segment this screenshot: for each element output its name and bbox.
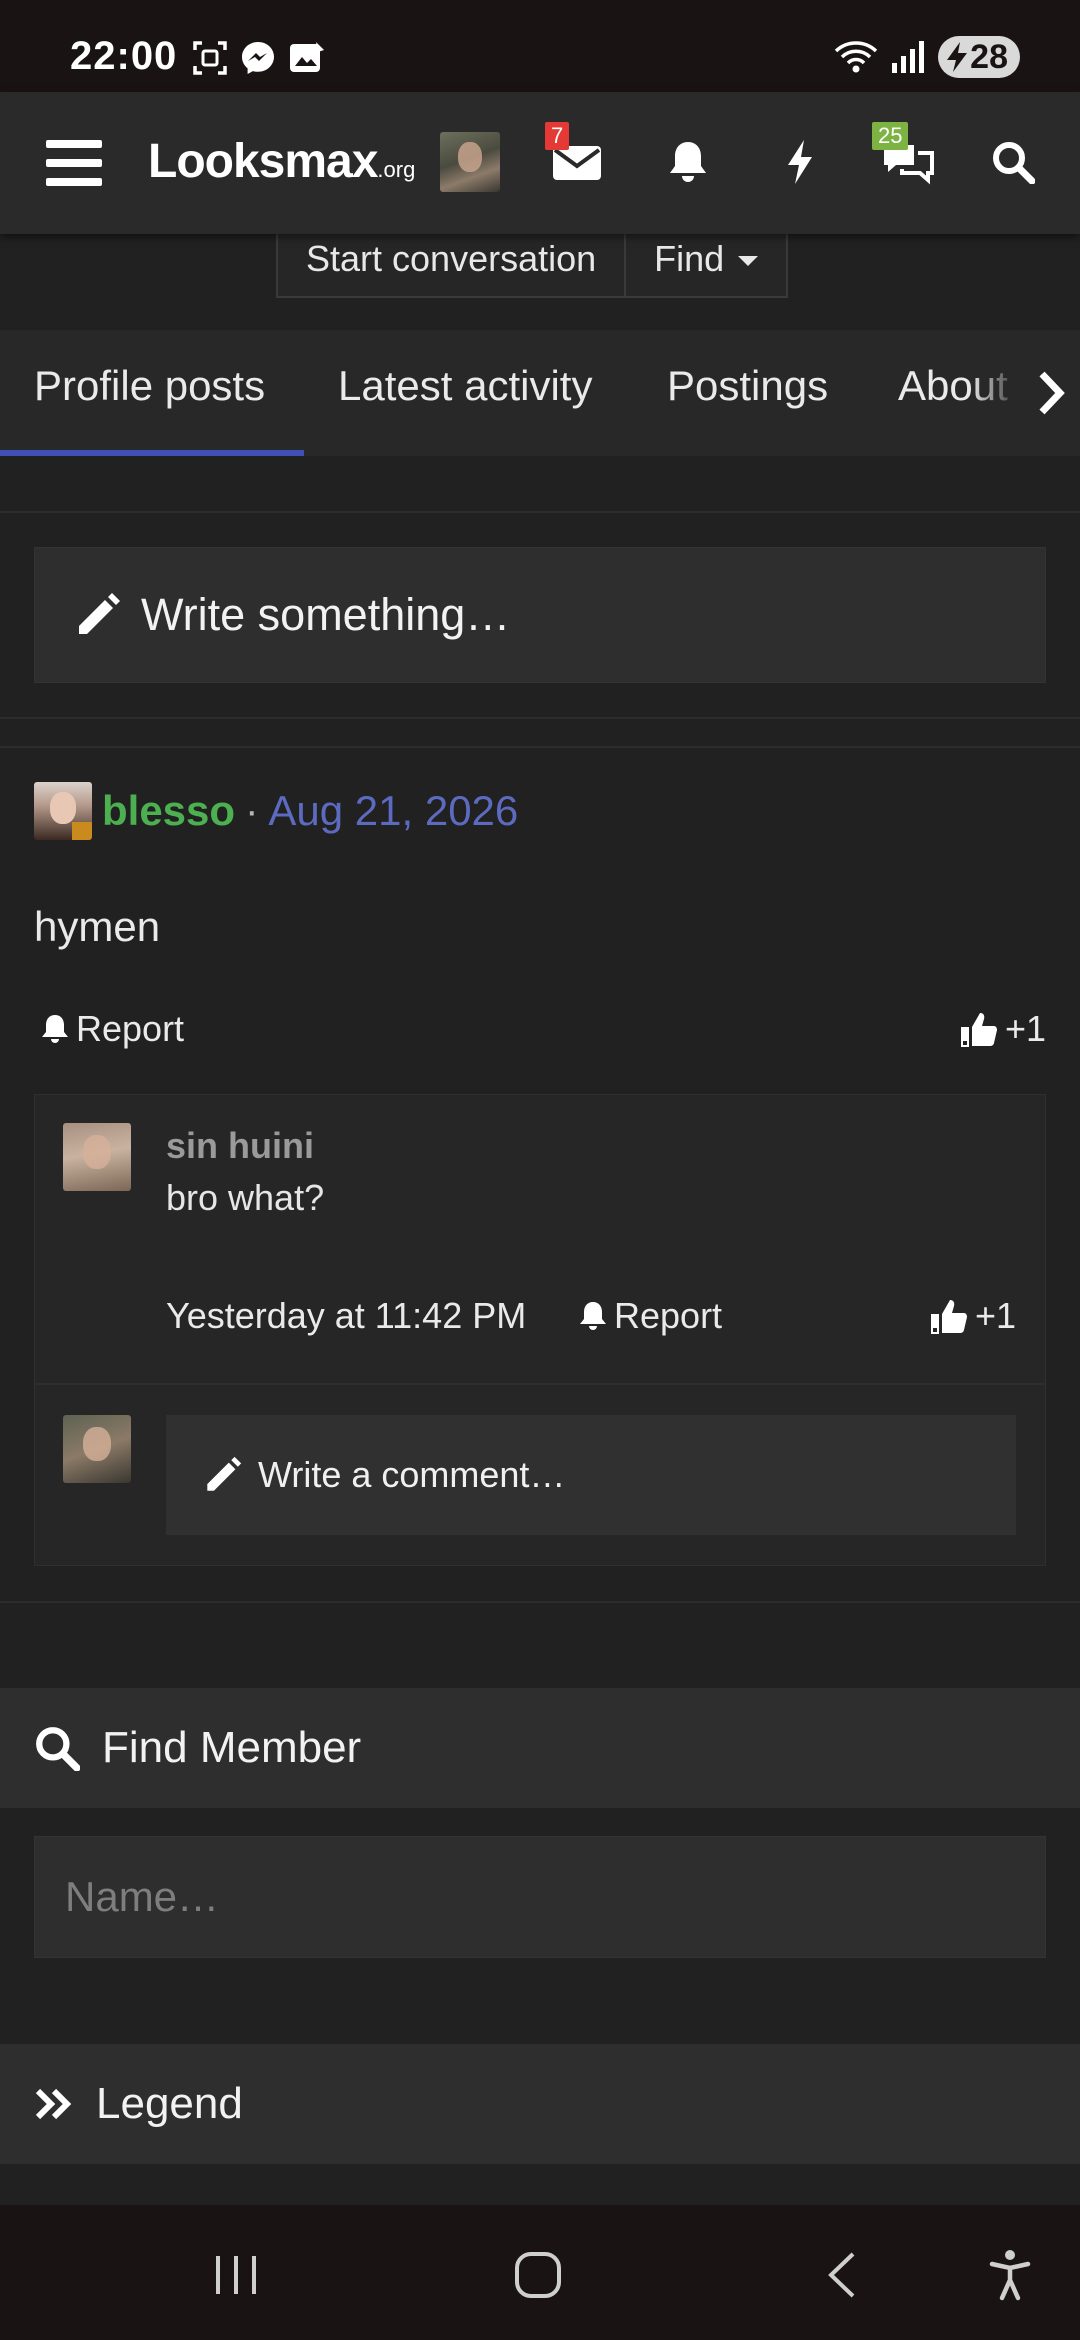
member-name-input[interactable] [34,1836,1046,1958]
post-date[interactable]: Aug 21, 2026 [268,787,518,835]
comment-like-button[interactable]: +1 [929,1295,1016,1337]
post-header: blesso · Aug 21, 2026 [34,782,518,840]
write-comment-button[interactable]: Write a comment… [166,1415,1016,1535]
inbox-badge: 7 [545,122,570,150]
post-body: hymen [34,903,161,950]
legend-header: Legend [0,2044,1080,2164]
post-author[interactable]: blesso [102,787,235,835]
bell-icon [578,1300,608,1332]
comments-block: sin huini bro what? Yesterday at 11:42 P… [34,1094,1046,1566]
pencil-icon [75,592,121,638]
comment-report-button[interactable]: Report [578,1295,722,1337]
active-tab-indicator [0,450,304,456]
avatar[interactable] [63,1415,131,1483]
write-something-label: Write something… [141,589,511,640]
thumbs-up-icon [929,1296,969,1336]
notifications-button[interactable] [656,130,720,194]
tab-profile-posts[interactable]: Profile posts [34,362,265,410]
app-header: Looksmax.org 7 25 [0,92,1080,234]
signal-icon [890,39,926,75]
accessibility-icon [988,2248,1032,2302]
comment-time[interactable]: Yesterday at 11:42 PM [166,1295,526,1337]
battery-level: 28 [970,37,1008,76]
pencil-icon [204,1456,242,1494]
search-button[interactable] [981,130,1045,194]
status-bar: 22:00 28 [0,0,1080,92]
site-logo[interactable]: Looksmax.org [148,134,415,189]
home-button[interactable] [508,2245,568,2305]
account-avatar[interactable] [440,132,500,192]
avatar[interactable] [63,1123,131,1191]
write-comment-label: Write a comment… [258,1454,566,1495]
system-nav-bar [0,2205,1080,2340]
like-button[interactable]: +1 [959,1008,1046,1050]
avatar[interactable] [34,782,92,840]
wifi-icon [834,39,878,75]
back-icon [825,2250,859,2300]
gallery-icon [288,40,326,76]
chevron-right-icon [1036,370,1066,416]
tab-latest-activity[interactable]: Latest activity [338,362,592,410]
search-icon [34,1725,80,1771]
double-chevron-right-icon [34,2087,74,2121]
comment-text: bro what? [166,1177,325,1218]
scroll-tabs-right-button[interactable] [1036,370,1066,416]
legend-title: Legend [96,2079,243,2128]
comment-author[interactable]: sin huini [166,1125,314,1167]
clock: 22:00 [70,34,178,78]
bell-icon [40,1013,70,1045]
write-something-button[interactable]: Write something… [34,547,1046,683]
battery-icon: 28 [938,36,1020,78]
thumbs-up-icon [959,1009,999,1049]
messenger-icon [240,40,276,76]
back-button[interactable] [812,2245,872,2305]
conversations-button[interactable]: 25 [872,122,940,194]
screenshot-icon [192,40,228,76]
post-actions: Report +1 [34,1008,1046,1058]
recent-apps-icon [212,2252,260,2298]
profile-tabs: Profile posts Latest activity Postings A… [0,330,1080,456]
menu-button[interactable] [46,140,102,186]
report-button[interactable]: Report [40,1008,184,1050]
recent-apps-button[interactable] [206,2245,266,2305]
comment-actions: Yesterday at 11:42 PM Report +1 [166,1295,1016,1345]
home-icon [513,2250,563,2300]
inbox-button[interactable]: 7 [545,122,609,194]
search-icon [991,140,1035,184]
separator: · [245,788,259,833]
bell-icon [666,139,710,185]
tab-postings[interactable]: Postings [667,362,828,410]
find-member-header: Find Member [0,1688,1080,1808]
whats-new-button[interactable] [768,130,832,194]
find-member-title: Find Member [102,1723,362,1772]
conversations-badge: 25 [872,122,909,150]
caret-down-icon [738,256,759,266]
lightning-icon [784,138,816,186]
accessibility-button[interactable] [980,2245,1040,2305]
charging-icon [944,40,970,74]
